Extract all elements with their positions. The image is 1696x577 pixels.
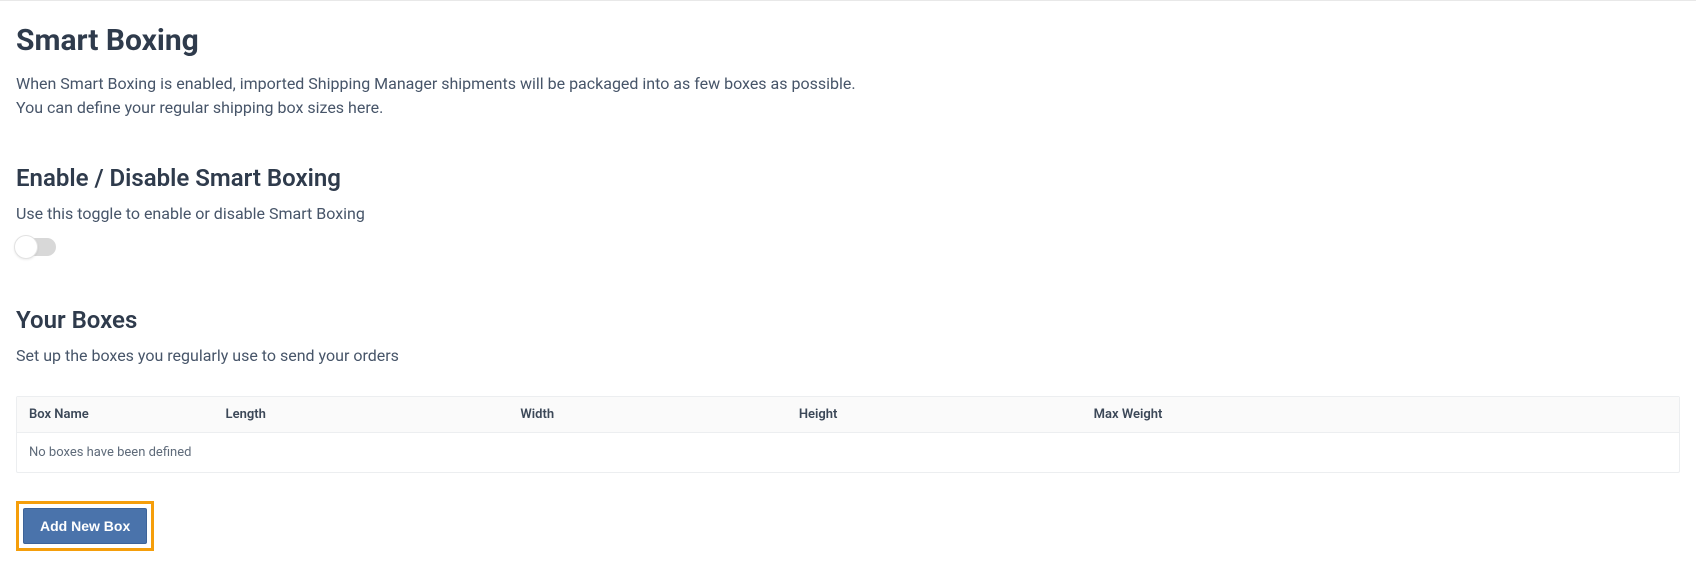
add-button-highlight: Add New Box: [16, 501, 154, 551]
enable-section-description: Use this toggle to enable or disable Sma…: [16, 202, 1680, 226]
toggle-knob: [14, 235, 38, 259]
smart-boxing-toggle[interactable]: [16, 238, 56, 256]
col-length: Length: [226, 407, 521, 422]
col-height: Height: [799, 407, 1094, 422]
boxes-table-empty: No boxes have been defined: [17, 433, 1679, 472]
col-box-name: Box Name: [29, 407, 226, 422]
boxes-section-description: Set up the boxes you regularly use to se…: [16, 344, 1680, 368]
col-width: Width: [520, 407, 798, 422]
boxes-table-header: Box Name Length Width Height Max Weight: [17, 397, 1679, 433]
page-description-line1: When Smart Boxing is enabled, imported S…: [16, 72, 1680, 96]
add-new-box-button[interactable]: Add New Box: [23, 508, 147, 544]
boxes-section-title: Your Boxes: [16, 306, 1680, 334]
page-description-line2: You can define your regular shipping box…: [16, 96, 1680, 120]
col-max-weight: Max Weight: [1094, 407, 1667, 422]
enable-section-title: Enable / Disable Smart Boxing: [16, 164, 1680, 192]
page-title: Smart Boxing: [16, 23, 1680, 58]
boxes-table: Box Name Length Width Height Max Weight …: [16, 396, 1680, 473]
